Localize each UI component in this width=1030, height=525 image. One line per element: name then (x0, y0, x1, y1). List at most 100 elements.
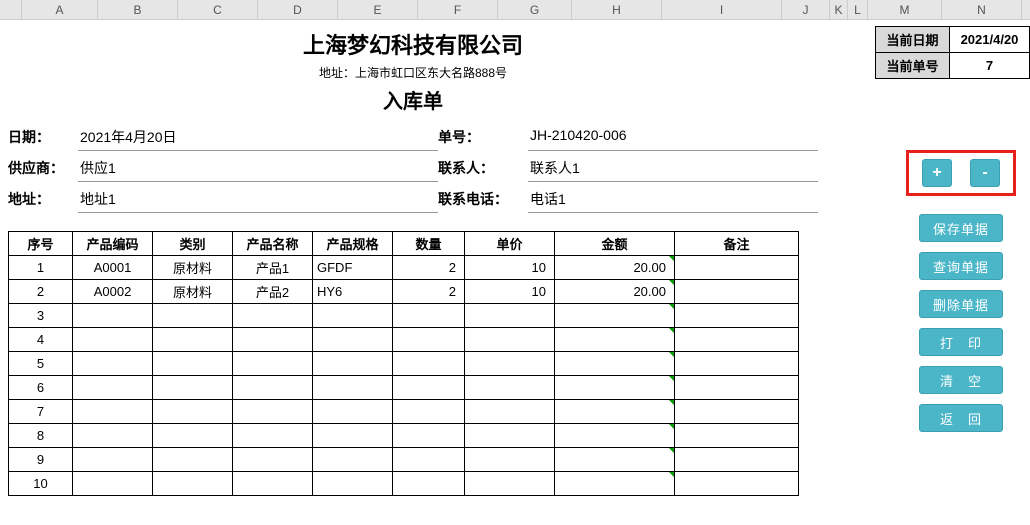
cell-code[interactable] (73, 424, 153, 448)
col-header-A[interactable]: A (22, 0, 98, 19)
cell-code[interactable]: A0001 (73, 256, 153, 280)
cell-spec[interactable] (313, 328, 393, 352)
cell-qty[interactable] (393, 352, 465, 376)
cell-price[interactable] (465, 328, 555, 352)
cell-note[interactable] (675, 424, 799, 448)
cell-cat[interactable] (153, 448, 233, 472)
cell-amt[interactable] (555, 304, 675, 328)
contact-value[interactable]: 联系人1 (528, 155, 818, 182)
cell-qty[interactable] (393, 424, 465, 448)
cell-amt[interactable]: 20.00 (555, 280, 675, 304)
cell-cat[interactable] (153, 400, 233, 424)
save-button[interactable]: 保存单据 (919, 214, 1003, 242)
cell-price[interactable] (465, 376, 555, 400)
cell-name[interactable]: 产品1 (233, 256, 313, 280)
col-header-H[interactable]: H (572, 0, 662, 19)
col-header-N[interactable]: N (942, 0, 1022, 19)
table-row[interactable]: 10 (9, 472, 799, 496)
cell-cat[interactable] (153, 304, 233, 328)
cell-seq[interactable]: 6 (9, 376, 73, 400)
cell-code[interactable] (73, 376, 153, 400)
cell-cat[interactable]: 原材料 (153, 280, 233, 304)
col-header-K[interactable]: K (830, 0, 848, 19)
cell-cat[interactable] (153, 472, 233, 496)
cell-name[interactable] (233, 472, 313, 496)
cell-price[interactable] (465, 400, 555, 424)
cell-seq[interactable]: 2 (9, 280, 73, 304)
cell-name[interactable] (233, 304, 313, 328)
items-table[interactable]: 序号产品编码类别产品名称产品规格数量单价金额备注 1A0001原材料产品1GFD… (8, 231, 799, 496)
cell-spec[interactable] (313, 376, 393, 400)
cell-cat[interactable]: 原材料 (153, 256, 233, 280)
cell-code[interactable] (73, 400, 153, 424)
cell-note[interactable] (675, 328, 799, 352)
col-header-E[interactable]: E (338, 0, 418, 19)
cell-note[interactable] (675, 280, 799, 304)
col-header-J[interactable]: J (782, 0, 830, 19)
phone-value[interactable]: 电话1 (528, 186, 818, 213)
cell-note[interactable] (675, 304, 799, 328)
cell-seq[interactable]: 8 (9, 424, 73, 448)
cell-seq[interactable]: 10 (9, 472, 73, 496)
cell-amt[interactable] (555, 448, 675, 472)
cell-note[interactable] (675, 376, 799, 400)
cell-name[interactable]: 产品2 (233, 280, 313, 304)
cell-cat[interactable] (153, 352, 233, 376)
cell-name[interactable] (233, 376, 313, 400)
cell-note[interactable] (675, 400, 799, 424)
cell-qty[interactable] (393, 376, 465, 400)
cell-qty[interactable] (393, 328, 465, 352)
cell-amt[interactable] (555, 376, 675, 400)
cell-seq[interactable]: 9 (9, 448, 73, 472)
cell-price[interactable]: 10 (465, 280, 555, 304)
add-row-button[interactable]: + (922, 159, 952, 187)
cell-price[interactable] (465, 448, 555, 472)
cell-amt[interactable] (555, 400, 675, 424)
back-button[interactable]: 返 回 (919, 404, 1003, 432)
cell-note[interactable] (675, 448, 799, 472)
col-header-L[interactable]: L (848, 0, 868, 19)
table-row[interactable]: 2A0002原材料产品2HY621020.00 (9, 280, 799, 304)
cell-spec[interactable] (313, 472, 393, 496)
cell-price[interactable]: 10 (465, 256, 555, 280)
remove-row-button[interactable]: - (970, 159, 1000, 187)
table-row[interactable]: 6 (9, 376, 799, 400)
cell-spec[interactable] (313, 448, 393, 472)
cell-cat[interactable] (153, 376, 233, 400)
col-header-C[interactable]: C (178, 0, 258, 19)
table-row[interactable]: 1A0001原材料产品1GFDF21020.00 (9, 256, 799, 280)
cell-spec[interactable] (313, 400, 393, 424)
cell-qty[interactable]: 2 (393, 256, 465, 280)
cell-code[interactable]: A0002 (73, 280, 153, 304)
cell-spec[interactable] (313, 304, 393, 328)
cell-name[interactable] (233, 400, 313, 424)
col-header-F[interactable]: F (418, 0, 498, 19)
cell-amt[interactable]: 20.00 (555, 256, 675, 280)
cell-qty[interactable] (393, 304, 465, 328)
cell-cat[interactable] (153, 424, 233, 448)
cell-spec[interactable]: HY6 (313, 280, 393, 304)
cell-name[interactable] (233, 448, 313, 472)
cell-name[interactable] (233, 352, 313, 376)
clear-button[interactable]: 清 空 (919, 366, 1003, 394)
cell-price[interactable] (465, 304, 555, 328)
delete-button[interactable]: 删除单据 (919, 290, 1003, 318)
cell-code[interactable] (73, 328, 153, 352)
col-header-I[interactable]: I (662, 0, 782, 19)
supplier-value[interactable]: 供应1 (78, 155, 438, 182)
cell-seq[interactable]: 7 (9, 400, 73, 424)
col-header-G[interactable]: G (498, 0, 572, 19)
cell-code[interactable] (73, 352, 153, 376)
cell-price[interactable] (465, 424, 555, 448)
table-row[interactable]: 9 (9, 448, 799, 472)
date-value[interactable]: 2021年4月20日 (78, 124, 438, 151)
cell-qty[interactable] (393, 472, 465, 496)
cell-code[interactable] (73, 472, 153, 496)
cell-qty[interactable] (393, 400, 465, 424)
cell-seq[interactable]: 1 (9, 256, 73, 280)
cell-price[interactable] (465, 472, 555, 496)
cell-amt[interactable] (555, 424, 675, 448)
cell-qty[interactable] (393, 448, 465, 472)
col-header-B[interactable]: B (98, 0, 178, 19)
table-row[interactable]: 5 (9, 352, 799, 376)
